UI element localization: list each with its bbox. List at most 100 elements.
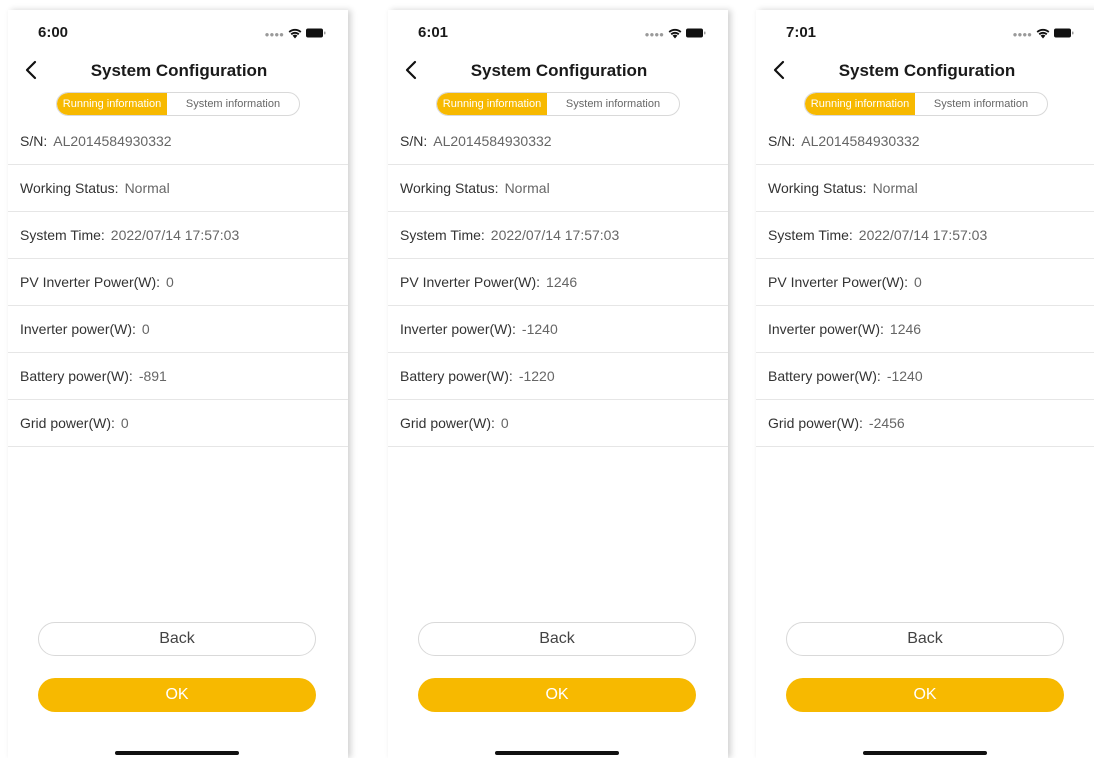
info-row-grid-power: Grid power(W):0 (388, 400, 728, 447)
info-tabs: Running information System information (436, 92, 680, 116)
home-indicator (115, 751, 239, 755)
ok-button[interactable]: OK (786, 678, 1064, 712)
status-bar: 7:01 ●●●● (756, 10, 1094, 50)
status-icons: ●●●● (1013, 27, 1074, 39)
row-value: AL2014584930332 (53, 133, 172, 149)
row-value: 0 (120, 415, 129, 431)
row-label: Grid power(W) (20, 415, 112, 431)
status-time: 6:01 (418, 24, 449, 41)
row-value: -1240 (521, 321, 558, 337)
row-value: 0 (141, 321, 150, 337)
phone-screen-2: 6:01 ●●●● System Configuration Running i… (388, 10, 728, 758)
signal-dots-icon: ●●●● (1012, 30, 1032, 39)
signal-dots-icon: ●●●● (264, 30, 284, 39)
page-title: System Configuration (470, 61, 648, 80)
row-label: Battery power(W) (20, 368, 129, 384)
info-row-sn: S/N: AL2014584930332 (756, 118, 1094, 165)
row-value: 2022/07/14 17:57:03 (858, 227, 988, 243)
page-title: System Configuration (838, 61, 1016, 80)
back-button[interactable]: Back (786, 622, 1064, 656)
ok-button[interactable]: OK (418, 678, 696, 712)
status-time: 6:00 (38, 24, 69, 41)
row-value: 1246 (546, 274, 578, 290)
wifi-icon (668, 28, 682, 38)
row-label: Battery power(W) (400, 368, 509, 384)
info-row-system-time: System Time:2022/07/14 17:57:03 (756, 212, 1094, 259)
row-label: Inverter power(W) (768, 321, 881, 337)
info-list: S/N: AL2014584930332 Working Status: Norma… (8, 118, 348, 447)
row-label: PV Inverter Power(W) (20, 274, 157, 290)
tab-running-information[interactable]: Running information (57, 93, 167, 115)
status-bar: 6:00 ●●●● (8, 10, 348, 50)
row-value: 1246 (889, 321, 922, 337)
row-value: -891 (138, 368, 167, 384)
row-value: -1240 (886, 368, 923, 384)
info-row-pv-inverter-power: PV Inverter Power(W):0 (8, 259, 348, 306)
info-row-sn: S/N: AL2014584930332 (8, 118, 348, 165)
row-label: S/N (400, 133, 424, 149)
info-row-working-status: Working Status: Normal (756, 165, 1094, 212)
battery-icon (306, 28, 326, 38)
info-row-pv-inverter-power: PV Inverter Power(W):0 (756, 259, 1094, 306)
battery-icon (1054, 28, 1074, 38)
tab-running-information[interactable]: Running information (805, 93, 915, 115)
status-bar: 6:01 ●●●● (388, 10, 728, 50)
row-label: Working Status (768, 180, 863, 196)
tab-system-information[interactable]: System information (167, 93, 299, 115)
row-label: Inverter power(W) (20, 321, 133, 337)
nav-bar: System Configuration (756, 58, 1094, 84)
info-row-grid-power: Grid power(W): -2456 (756, 400, 1094, 447)
signal-dots-icon: ●●●● (644, 30, 664, 39)
status-time: 7:01 (786, 24, 817, 41)
info-row-battery-power: Battery power(W): -1240 (756, 353, 1094, 400)
tab-system-information[interactable]: System information (547, 93, 679, 115)
tab-running-information[interactable]: Running information (437, 93, 547, 115)
tab-system-information[interactable]: System information (915, 93, 1047, 115)
back-button[interactable]: Back (38, 622, 316, 656)
row-label: S/N (20, 133, 44, 149)
info-list: S/N: AL2014584930332 Working Status: Norma… (388, 118, 728, 447)
row-value: 2022/07/14 17:57:03 (490, 227, 620, 243)
row-label: S/N (768, 133, 792, 149)
row-label: Grid power(W) (768, 415, 860, 431)
row-value: Normal (872, 180, 918, 196)
phone-screen-3: 7:01 ●●●● System Configuration Running i… (756, 10, 1094, 758)
row-value: -1220 (518, 368, 555, 384)
row-value: Normal (504, 180, 550, 196)
row-value: 0 (500, 415, 509, 431)
nav-bar: System Configuration (8, 58, 348, 84)
back-button[interactable]: Back (418, 622, 696, 656)
row-value: Normal (124, 180, 170, 196)
row-label: Working Status (20, 180, 115, 196)
info-row-system-time: System Time:2022/07/14 17:57:03 (388, 212, 728, 259)
nav-bar: System Configuration (388, 58, 728, 84)
status-icons: ●●●● (645, 27, 706, 39)
row-label: System Time (400, 227, 481, 243)
info-tabs: Running information System information (804, 92, 1048, 116)
ok-button[interactable]: OK (38, 678, 316, 712)
info-row-grid-power: Grid power(W):0 (8, 400, 348, 447)
row-value: 0 (166, 274, 174, 290)
row-label: Inverter power(W) (400, 321, 513, 337)
row-label: Working Status (400, 180, 495, 196)
info-row-working-status: Working Status: Normal (388, 165, 728, 212)
info-row-pv-inverter-power: PV Inverter Power(W):1246 (388, 259, 728, 306)
info-row-inverter-power: Inverter power(W): -1240 (388, 306, 728, 353)
info-row-sn: S/N: AL2014584930332 (388, 118, 728, 165)
info-row-inverter-power: Inverter power(W):0 (8, 306, 348, 353)
info-row-battery-power: Battery power(W): -1220 (388, 353, 728, 400)
row-value: 2022/07/14 17:57:03 (110, 227, 240, 243)
row-value: AL2014584930332 (433, 133, 552, 149)
row-value: AL2014584930332 (801, 133, 920, 149)
info-row-working-status: Working Status: Normal (8, 165, 348, 212)
row-label: PV Inverter Power(W) (400, 274, 537, 290)
page-title: System Configuration (90, 61, 268, 80)
battery-icon (686, 28, 706, 38)
info-tabs: Running information System information (56, 92, 300, 116)
status-icons: ●●●● (265, 27, 326, 39)
row-label: Grid power(W) (400, 415, 492, 431)
row-value: -2456 (868, 415, 905, 431)
row-value: 0 (914, 274, 922, 290)
info-row-system-time: System Time:2022/07/14 17:57:03 (8, 212, 348, 259)
row-label: PV Inverter Power(W) (768, 274, 905, 290)
